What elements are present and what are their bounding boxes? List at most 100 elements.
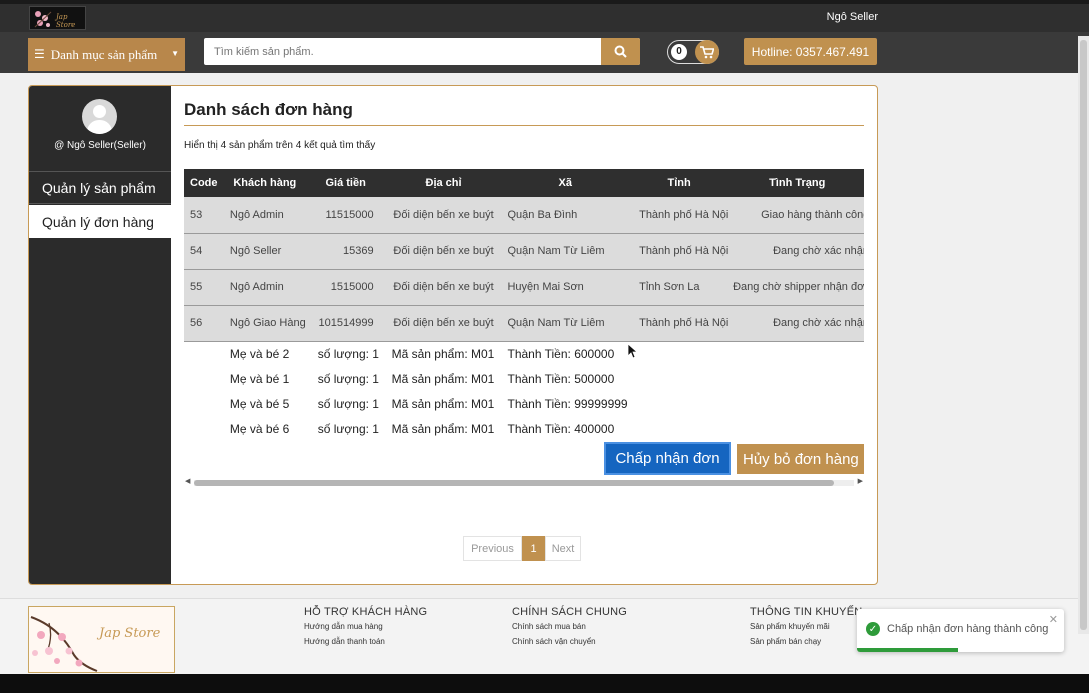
- order-detail-row: Mẹ và bé 6 số lượng: 1 Mã sản phẩm: M01 …: [184, 416, 864, 441]
- footer-link[interactable]: Chính sách vận chuyển: [512, 637, 627, 646]
- title-divider: [184, 125, 864, 126]
- search-icon: [614, 45, 627, 58]
- order-price: 101514999: [318, 317, 374, 329]
- order-detail-row: Mẹ và bé 2 số lượng: 1 Mã sản phẩm: M01 …: [184, 341, 864, 366]
- order-status: Đang chờ shipper nhận đơn: [733, 281, 864, 293]
- seller-label: @ Ngô Seller(Seller): [54, 140, 146, 151]
- order-price: 15369: [343, 245, 374, 257]
- sidebar-item-products[interactable]: Quản lý sản phẩm: [29, 171, 171, 204]
- footer-support: HỖ TRỢ KHÁCH HÀNG Hướng dẫn mua hàng Hướ…: [304, 606, 427, 652]
- footer-link[interactable]: Chính sách mua bán: [512, 622, 627, 631]
- chevron-down-icon: ▼: [171, 49, 179, 58]
- blossom-icon: [34, 11, 52, 28]
- order-price: 11515000: [325, 208, 374, 221]
- col-status: Tình Trạng: [769, 177, 826, 189]
- table-row[interactable]: 54 Ngô Seller 15369 Đối diện bến xe buýt…: [184, 233, 864, 269]
- col-code: Code: [190, 177, 218, 189]
- sidebar-item-orders[interactable]: Quản lý đơn hàng: [29, 205, 171, 238]
- footer-link[interactable]: Sản phẩm bán chạy: [750, 637, 862, 646]
- order-address: Đối diện bến xe buýt: [393, 245, 494, 257]
- order-xa: Quận Nam Từ Liêm: [507, 317, 605, 329]
- orders-table-wrapper[interactable]: Code Khách hàng Giá tiền Địa chỉ Xã Tỉnh…: [184, 169, 864, 489]
- footer-link[interactable]: Sản phẩm khuyến mãi: [750, 622, 862, 631]
- order-status: Giao hàng thành công: [761, 208, 864, 221]
- cart-button[interactable]: 0: [667, 40, 719, 64]
- pagination-next[interactable]: Next: [545, 536, 581, 561]
- order-code: 55: [190, 281, 203, 293]
- navbar: ☰ Danh mục sản phẩm ▼ 0 Hotline: 0357.46…: [0, 32, 1089, 73]
- order-address: Đối diện bến xe buýt: [393, 281, 494, 293]
- avatar: [82, 99, 117, 134]
- footer-support-title: HỖ TRỢ KHÁCH HÀNG: [304, 606, 428, 618]
- detail-total: Thành Tiền: 500000: [501, 366, 730, 391]
- detail-sku: Mã sản phẩm: M01: [385, 366, 502, 391]
- vertical-scrollbar[interactable]: [1078, 36, 1089, 634]
- menu-icon: ☰: [34, 47, 45, 61]
- table-header-row: Code Khách hàng Giá tiền Địa chỉ Xã Tỉnh…: [184, 169, 864, 197]
- order-tinh: Tỉnh Sơn La: [639, 281, 700, 293]
- cart-icon: [695, 40, 719, 64]
- table-row[interactable]: 56 Ngô Giao Hàng 101514999 Đối diện bến …: [184, 305, 864, 341]
- scrollbar-thumb[interactable]: [194, 480, 834, 486]
- sidebar: @ Ngô Seller(Seller) Quản lý sản phẩm Qu…: [29, 86, 171, 584]
- mouse-cursor-icon: [628, 344, 638, 359]
- header-logo[interactable]: Jap Store: [29, 6, 86, 30]
- order-address: Đối diện bến xe buýt: [393, 317, 494, 329]
- table-row[interactable]: 53 Ngô Admin 11515000 Đối diện bến xe bu…: [184, 197, 864, 233]
- table-row[interactable]: 55 Ngô Admin 1515000 Đối diện bến xe buý…: [184, 269, 864, 305]
- search-box: [204, 38, 640, 65]
- detail-product: Mẹ và bé 2: [223, 341, 306, 366]
- detail-total: Thành Tiền: 99999999: [501, 391, 730, 416]
- search-input[interactable]: [204, 38, 601, 65]
- pagination-page-1[interactable]: 1: [522, 536, 545, 561]
- order-xa: Huyện Mai Sơn: [507, 281, 584, 293]
- detail-product: Mẹ và bé 5: [223, 391, 306, 416]
- success-toast: ✓ Chấp nhận đơn hàng thành công ✕: [857, 609, 1064, 652]
- footer-promo-title: THÔNG TIN KHUYẾN: [750, 606, 863, 618]
- col-customer: Khách hàng: [233, 177, 297, 189]
- footer-link[interactable]: Hướng dẫn thanh toán: [304, 637, 427, 646]
- detail-qty: số lượng: 1: [305, 341, 386, 366]
- detail-sku: Mã sản phẩm: M01: [385, 416, 502, 441]
- top-bar: Jap Store Ngô Seller: [0, 4, 1089, 32]
- cancel-order-button[interactable]: Hủy bỏ đơn hàng: [737, 444, 864, 474]
- order-xa: Quận Ba Đình: [507, 208, 578, 221]
- detail-sku: Mã sản phẩm: M01: [385, 391, 502, 416]
- hotline-button[interactable]: Hotline: 0357.467.491: [744, 38, 877, 65]
- close-icon[interactable]: ✕: [1049, 613, 1058, 626]
- order-code: 53: [190, 208, 203, 221]
- horizontal-scrollbar[interactable]: ◀ ▶: [184, 477, 864, 487]
- bottom-strip: [0, 674, 1089, 693]
- orders-table: Code Khách hàng Giá tiền Địa chỉ Xã Tỉnh…: [184, 169, 864, 441]
- order-code: 56: [190, 317, 203, 329]
- order-customer: Ngô Seller: [229, 245, 282, 257]
- order-tinh: Thành phố Hà Nội: [639, 245, 729, 257]
- check-icon: ✓: [866, 622, 880, 636]
- footer-policy-title: CHÍNH SÁCH CHUNG: [512, 606, 628, 618]
- order-address: Đối diện bến xe buýt: [393, 208, 494, 221]
- detail-total: Thành Tiền: 400000: [501, 416, 730, 441]
- footer-policy: CHÍNH SÁCH CHUNG Chính sách mua bán Chín…: [512, 606, 627, 652]
- order-status: Đang chờ xác nhận: [773, 317, 864, 329]
- category-menu-button[interactable]: ☰ Danh mục sản phẩm ▼: [28, 38, 185, 71]
- footer-logo[interactable]: Jap Store: [28, 606, 175, 673]
- detail-total: Thành Tiền: 600000: [501, 341, 730, 366]
- col-price: Giá tiền: [325, 177, 366, 189]
- order-price: 1515000: [330, 281, 374, 293]
- category-menu-label: Danh mục sản phẩm: [50, 46, 158, 62]
- vertical-scrollbar-thumb[interactable]: [1080, 40, 1087, 630]
- detail-product: Mẹ và bé 6: [223, 416, 306, 441]
- user-name[interactable]: Ngô Seller: [827, 11, 878, 23]
- order-tinh: Thành phố Hà Nội: [639, 317, 729, 329]
- search-button[interactable]: [601, 38, 640, 65]
- order-customer: Ngô Giao Hàng: [229, 317, 306, 329]
- header-logo-text: Jap Store: [56, 13, 76, 29]
- detail-product: Mẹ và bé 1: [223, 366, 306, 391]
- scroll-right-icon[interactable]: ▶: [858, 477, 863, 485]
- scroll-left-icon[interactable]: ◀: [185, 477, 190, 485]
- detail-qty: số lượng: 1: [305, 416, 386, 441]
- footer-link[interactable]: Hướng dẫn mua hàng: [304, 622, 427, 631]
- accept-order-button[interactable]: Chấp nhận đơn: [604, 442, 731, 475]
- pagination-previous[interactable]: Previous: [463, 536, 522, 561]
- page-title: Danh sách đơn hàng: [184, 100, 353, 119]
